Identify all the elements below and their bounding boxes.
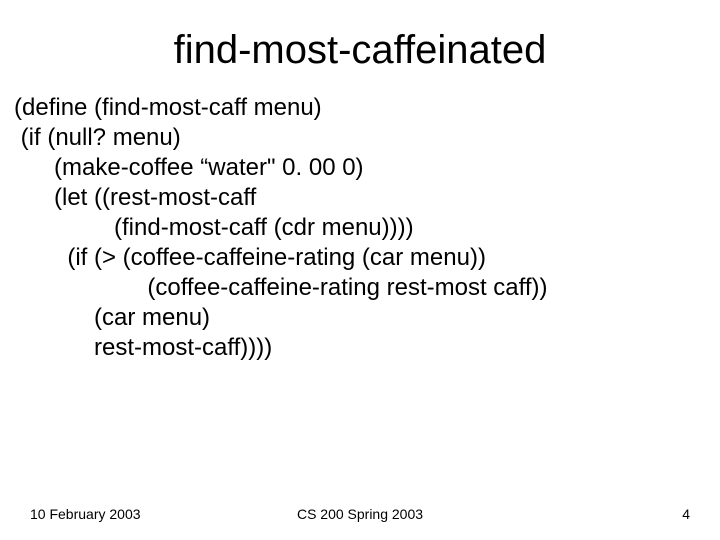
code-line: (make-coffee “water" 0. 00 0): [14, 154, 364, 181]
code-line: (car menu): [14, 304, 210, 331]
slide-title: find-most-caffeinated: [20, 28, 700, 73]
code-line: (if (> (coffee-caffeine-rating (car menu…: [14, 244, 486, 271]
slide: find-most-caffeinated (define (find-most…: [0, 0, 720, 540]
code-line: (let ((rest-most-caff: [14, 184, 256, 211]
code-line: (find-most-caff (cdr menu)))): [14, 214, 414, 241]
code-line: rest-most-caff)))): [14, 334, 272, 361]
code-block: (define (find-most-caff menu) (if (null?…: [14, 93, 700, 363]
code-line: (define (find-most-caff menu): [14, 94, 322, 121]
footer-page-number: 4: [682, 506, 690, 522]
footer-course: CS 200 Spring 2003: [0, 506, 720, 522]
code-line: (if (null? menu): [14, 124, 181, 151]
code-line: (coffee-caffeine-rating rest-most caff)): [14, 274, 548, 301]
